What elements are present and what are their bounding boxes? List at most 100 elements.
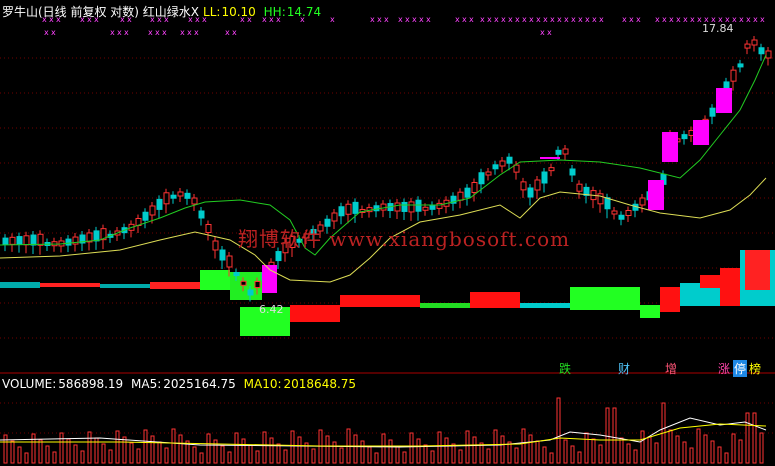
magenta-candle <box>716 88 732 113</box>
volume-bar <box>647 436 652 464</box>
x-mark: x <box>636 15 641 24</box>
volume-bar <box>381 433 386 464</box>
volume-bar <box>626 443 631 464</box>
volume-bar <box>696 428 701 464</box>
x-mark: x <box>117 28 122 37</box>
candle-body <box>422 206 429 211</box>
candle-body <box>30 234 37 246</box>
volume-bar <box>374 452 379 464</box>
candle-body <box>506 156 513 164</box>
x-mark: x <box>690 15 695 24</box>
ma5-value: 2025164.75 <box>163 377 236 391</box>
candle-body <box>9 236 16 245</box>
volume-label: VOLUME: <box>2 377 57 391</box>
volume-bar <box>24 452 29 464</box>
x-mark: x <box>462 15 467 24</box>
volume-bar <box>3 434 8 464</box>
candle-body <box>569 168 576 176</box>
volume-bar <box>31 433 36 464</box>
volume-bar <box>101 443 106 464</box>
histogram-block <box>570 287 640 310</box>
price-panel-header: 罗牛山(日线 前复权 对数) 红山绿水X LL:10.10 HH:14.74 <box>2 3 325 20</box>
candle-body <box>205 224 212 233</box>
hh-value: 14.74 <box>286 5 322 19</box>
volume-bar <box>367 446 372 464</box>
volume-bar <box>570 445 575 464</box>
x-mark: x <box>683 15 688 24</box>
candle-body <box>429 204 436 210</box>
x-mark: x <box>669 15 674 24</box>
signal-label: 榜 <box>749 362 762 376</box>
x-mark: x <box>540 28 545 37</box>
candle-body <box>765 50 772 59</box>
histogram-block <box>660 287 680 312</box>
volume-bar <box>45 445 50 464</box>
volume-bar <box>52 451 57 464</box>
candle-body <box>177 191 184 197</box>
volume-bar <box>297 436 302 464</box>
ll-label: LL: <box>203 5 221 19</box>
candle-body <box>576 183 583 192</box>
x-mark: x <box>501 15 506 24</box>
candle-body <box>520 181 527 191</box>
signal-label: 增 <box>665 362 678 376</box>
candle-body <box>758 47 765 55</box>
x-mark: x <box>455 15 460 24</box>
volume-bar <box>395 445 400 464</box>
volume-bar <box>38 439 43 464</box>
x-mark: x <box>44 28 49 37</box>
volume-bar <box>136 448 141 464</box>
x-mark: x <box>599 15 604 24</box>
volume-bar <box>640 430 645 464</box>
x-mark: x <box>398 15 403 24</box>
histogram-block <box>640 305 660 318</box>
volume-bar <box>710 440 715 464</box>
volume-bar <box>465 430 470 464</box>
candle-body <box>541 171 548 184</box>
x-mark: x <box>585 15 590 24</box>
volume-bar <box>248 444 253 464</box>
ll-value: 10.10 <box>221 5 256 19</box>
histogram-block <box>420 303 470 308</box>
volume-bar <box>402 451 407 464</box>
volume-bar <box>528 434 533 464</box>
volume-bar <box>507 441 512 464</box>
candle-body <box>373 205 380 212</box>
volume-bar <box>332 441 337 464</box>
volume-bar <box>591 438 596 464</box>
volume-bar <box>675 435 680 464</box>
volume-bar <box>479 442 484 464</box>
ma10-value: 2018648.75 <box>283 377 357 391</box>
candle-body <box>415 199 422 212</box>
volume-bar <box>17 446 22 464</box>
volume-bar <box>423 444 428 464</box>
x-mark: x <box>739 15 744 24</box>
x-mark: x <box>370 15 375 24</box>
volume-bar <box>612 407 617 464</box>
volume-bar <box>80 450 85 464</box>
histogram-block <box>200 270 230 290</box>
volume-bar <box>171 428 176 464</box>
candle-body <box>198 210 205 219</box>
x-mark: x <box>419 15 424 24</box>
volume-bar <box>703 434 708 464</box>
x-mark: x <box>753 15 758 24</box>
volume-bar <box>444 437 449 464</box>
volume-bar <box>416 438 421 464</box>
volume-bar <box>206 433 211 464</box>
volume-bar <box>66 438 71 464</box>
candle-body <box>184 192 191 199</box>
volume-bar <box>73 444 78 464</box>
candle-body <box>408 201 415 213</box>
candle-body <box>163 192 170 205</box>
candle-body <box>471 182 478 193</box>
volume-bar <box>157 441 162 464</box>
histogram-block <box>700 275 720 288</box>
x-mark: x <box>487 15 492 24</box>
candle-body <box>597 193 604 205</box>
x-mark: x <box>508 15 513 24</box>
candle-body <box>65 238 72 246</box>
ma10-label: MA10: <box>243 377 282 391</box>
x-mark: x <box>662 15 667 24</box>
volume-bar <box>633 449 638 464</box>
